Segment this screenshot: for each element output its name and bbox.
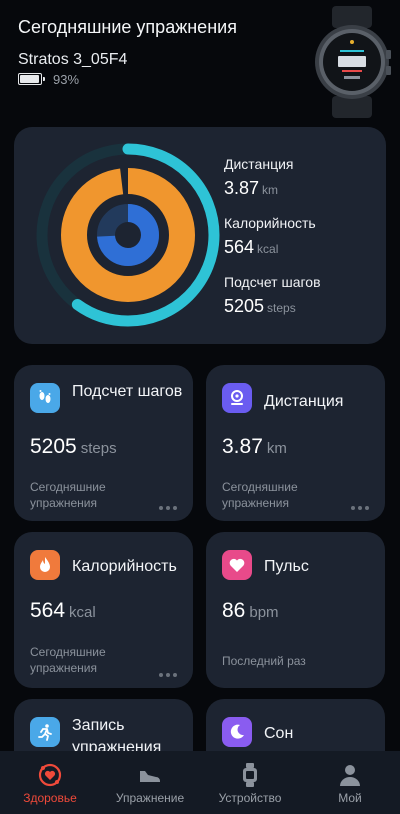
page-title: Сегодняшние упражнения: [18, 17, 237, 37]
steps-tile-value: 5205 steps: [30, 435, 117, 459]
summary-distance-label: Дистанция: [224, 156, 294, 172]
nav-item-health[interactable]: Здоровье: [0, 751, 100, 814]
location-pin-icon: [222, 383, 252, 413]
summary-steps: Подсчет шагов 5205 steps: [224, 274, 321, 317]
value: 5205: [224, 296, 265, 316]
nav-item-device[interactable]: Устройство: [200, 751, 300, 814]
bottom-navigation: Здоровье Упражнение Устройство Мой: [0, 751, 400, 814]
battery-icon: [18, 73, 45, 85]
distance-tile-subtitle: Сегодняшние упражнения: [222, 480, 298, 510]
calories-tile-title: Калорийность: [72, 558, 177, 575]
sneaker-icon: [140, 771, 160, 782]
watch-icon: [243, 763, 257, 787]
calories-tile[interactable]: Калорийность 564 kcal Сегодняшние упражне…: [14, 532, 193, 688]
footprints-icon: [30, 383, 60, 413]
unit: km: [266, 440, 287, 457]
more-icon[interactable]: [351, 506, 369, 510]
summary-distance-value: 3.87 km: [224, 178, 294, 199]
nav-item-exercise[interactable]: Упражнение: [100, 751, 200, 814]
unit: bpm: [249, 604, 279, 621]
activity-summary-card[interactable]: Дистанция 3.87 km Калорийность 564 kcal По…: [14, 127, 386, 344]
value: 3.87: [224, 178, 260, 198]
battery-percent: 93%: [53, 72, 80, 87]
running-icon: [30, 717, 60, 747]
calories-tile-value: 564 kcal: [30, 599, 96, 623]
pulse-tile-value: 86 bpm: [222, 599, 279, 623]
pulse-tile[interactable]: Пульс 86 bpm Последний раз: [206, 532, 385, 688]
nav-item-profile[interactable]: Мой: [300, 751, 400, 814]
sleep-tile-title: Сон: [264, 725, 294, 742]
summary-calories-value: 564 kcal: [224, 237, 316, 258]
moon-icon: [222, 717, 252, 747]
more-icon[interactable]: [159, 673, 177, 677]
summary-calories: Калорийность 564 kcal: [224, 215, 316, 258]
header: Сегодняшние упражнения Stratos 3_05F4 93…: [0, 0, 400, 126]
summary-distance: Дистанция 3.87 km: [224, 156, 294, 199]
pulse-tile-subtitle: Последний раз: [222, 654, 306, 668]
activity-rings: [36, 143, 220, 327]
steps-tile-title: Подсчет шагов: [72, 383, 183, 400]
battery-fill: [20, 75, 39, 83]
unit: kcal: [257, 242, 279, 256]
distance-tile-value: 3.87 km: [222, 435, 287, 459]
nav-label-profile: Мой: [338, 791, 362, 805]
value: 564: [224, 237, 255, 257]
nav-label-exercise: Упражнение: [115, 791, 185, 805]
steps-tile-subtitle: Сегодняшние упражнения: [30, 480, 106, 510]
unit: kcal: [69, 604, 96, 621]
value: 564: [30, 599, 66, 622]
summary-steps-label: Подсчет шагов: [224, 274, 321, 290]
distance-tile[interactable]: Дистанция 3.87 km Сегодняшние упражнения: [206, 365, 385, 521]
calories-tile-subtitle: Сегодняшние упражнения: [30, 645, 106, 675]
unit: steps: [267, 301, 296, 315]
summary-steps-value: 5205 steps: [224, 296, 321, 317]
flame-icon: [30, 550, 60, 580]
health-icon: [38, 763, 62, 787]
nav-label-device: Устройство: [218, 791, 282, 805]
heart-icon: [222, 550, 252, 580]
device-name[interactable]: Stratos 3_05F4: [18, 51, 127, 69]
value: 5205: [30, 435, 77, 458]
pulse-tile-title: Пульс: [264, 558, 309, 575]
more-icon[interactable]: [159, 506, 177, 510]
person-icon: [340, 765, 360, 786]
summary-calories-label: Калорийность: [224, 215, 316, 231]
watch-image[interactable]: [312, 6, 392, 118]
distance-tile-title: Дистанция: [264, 393, 344, 410]
value: 86: [222, 599, 246, 622]
unit: km: [262, 183, 279, 197]
value: 3.87: [222, 435, 263, 458]
steps-tile[interactable]: Подсчет шагов 5205 steps Сегодняшние упра…: [14, 365, 193, 521]
unit: steps: [80, 440, 117, 457]
calories-ring: [61, 168, 195, 302]
nav-label-health: Здоровье: [23, 791, 77, 805]
